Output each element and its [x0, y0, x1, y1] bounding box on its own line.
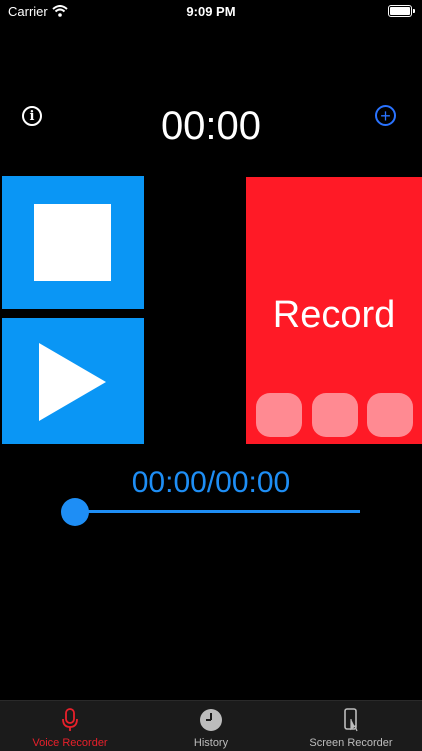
playback-slider-thumb[interactable]: [61, 498, 89, 526]
tab-label: Screen Recorder: [309, 737, 393, 749]
playback-time: 00:00/00:00: [131, 466, 291, 499]
play-icon: [39, 343, 106, 421]
level-indicator: [367, 393, 413, 437]
stop-button[interactable]: [2, 176, 144, 309]
plus-circle-icon[interactable]: +: [375, 105, 396, 126]
phone-tap-icon: [339, 707, 363, 733]
playback-slider-track[interactable]: [74, 510, 360, 513]
status-time: 9:09 PM: [186, 4, 236, 19]
level-indicator: [256, 393, 302, 437]
tab-label: History: [193, 737, 229, 749]
tab-voice-recorder[interactable]: Voice Recorder: [0, 701, 140, 751]
tab-screen-recorder[interactable]: Screen Recorder: [281, 701, 421, 751]
battery-icon: [388, 5, 415, 17]
play-button[interactable]: [2, 318, 144, 444]
tab-bar: Voice Recorder History Screen Recorder: [0, 700, 422, 751]
level-indicator: [312, 393, 358, 437]
stop-icon: [34, 204, 111, 281]
tab-label: Voice Recorder: [32, 737, 108, 749]
record-label: Record: [272, 294, 396, 336]
tab-history[interactable]: History: [141, 701, 281, 751]
status-bar: Carrier 9:09 PM: [0, 0, 422, 22]
microphone-icon: [58, 707, 82, 733]
record-button[interactable]: Record: [246, 177, 422, 444]
recording-timer: 00:00: [160, 104, 262, 148]
clock-icon: [199, 707, 223, 733]
